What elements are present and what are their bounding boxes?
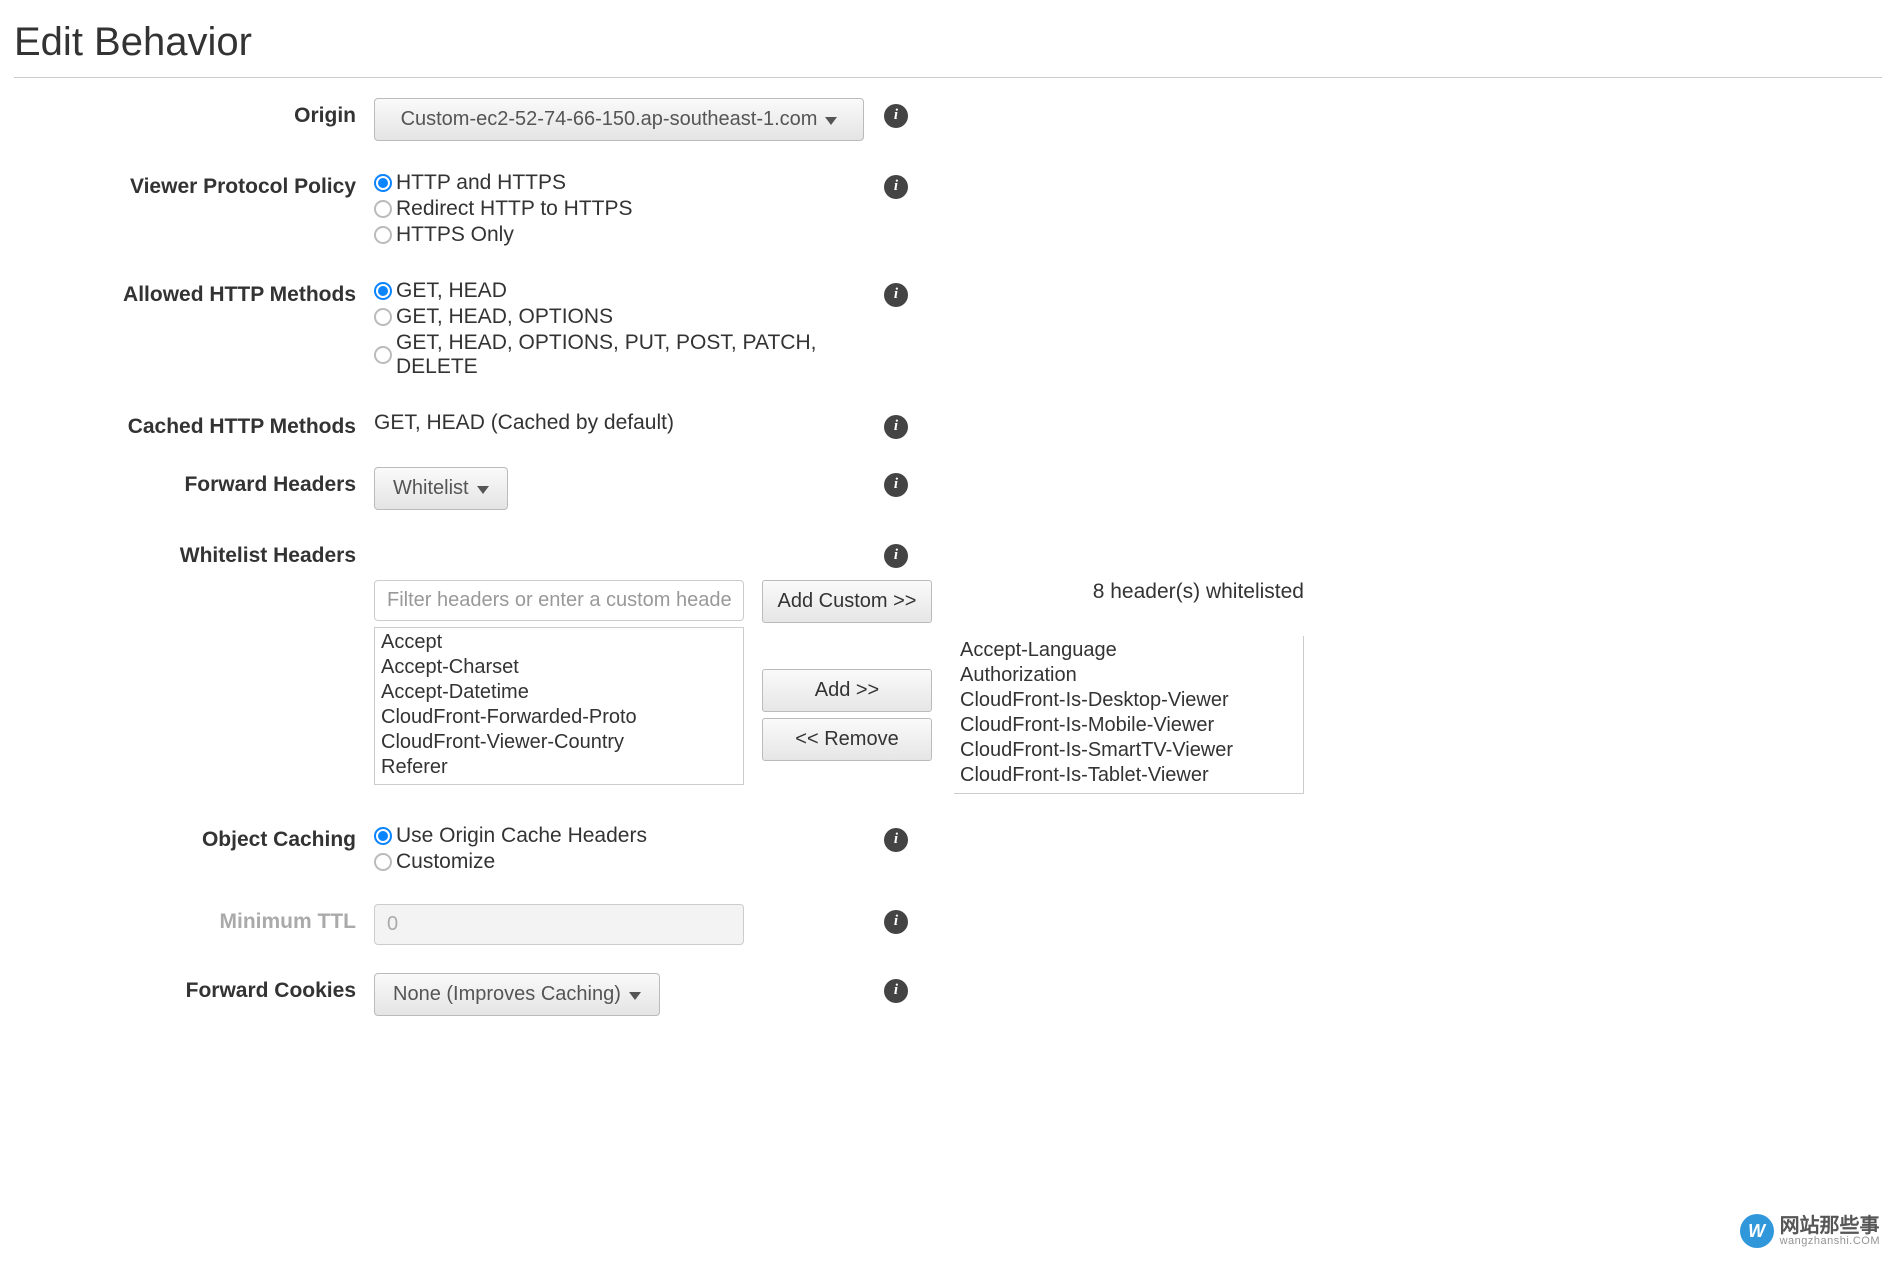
watermark-domain: wangzhanshi.COM xyxy=(1780,1236,1880,1247)
radio-https-only[interactable]: HTTPS Only xyxy=(374,223,884,247)
watermark: W 网站那些事 wangzhanshi.COM xyxy=(1740,1214,1880,1248)
radio-get-head-options-put-post-patch-delete[interactable]: GET, HEAD, OPTIONS, PUT, POST, PATCH, DE… xyxy=(374,331,884,379)
label-cached-methods: Cached HTTP Methods xyxy=(14,409,374,439)
list-item[interactable]: Accept xyxy=(381,630,737,655)
forward-cookies-dropdown[interactable]: None (Improves Caching) xyxy=(374,973,660,1016)
list-item[interactable]: CloudFront-Is-Mobile-Viewer xyxy=(960,713,1297,738)
filter-headers-input[interactable] xyxy=(374,580,744,621)
watermark-badge-icon: W xyxy=(1740,1214,1774,1248)
allowed-methods-radio-group: GET, HEAD GET, HEAD, OPTIONS GET, HEAD, … xyxy=(374,277,884,379)
divider xyxy=(14,77,1882,78)
list-item[interactable]: CloudFront-Forwarded-Proto xyxy=(381,705,737,730)
row-allowed-methods: Allowed HTTP Methods GET, HEAD GET, HEAD… xyxy=(14,277,1882,381)
radio-icon xyxy=(374,226,392,244)
list-item[interactable]: Referer xyxy=(381,755,737,780)
label-object-caching: Object Caching xyxy=(14,822,374,852)
row-viewer-protocol: Viewer Protocol Policy HTTP and HTTPS Re… xyxy=(14,169,1882,249)
forward-cookies-value: None (Improves Caching) xyxy=(393,983,621,1006)
list-item[interactable]: Authorization xyxy=(960,663,1297,688)
radio-icon xyxy=(374,827,392,845)
radio-label: HTTPS Only xyxy=(396,223,514,247)
forward-headers-value: Whitelist xyxy=(393,477,469,500)
chevron-down-icon xyxy=(825,117,837,125)
whitelist-right: 8 header(s) whitelisted Accept-LanguageA… xyxy=(954,580,1304,794)
row-min-ttl: Minimum TTL i xyxy=(14,904,1882,945)
radio-label: GET, HEAD xyxy=(396,279,507,303)
row-forward-cookies: Forward Cookies None (Improves Caching) … xyxy=(14,973,1882,1016)
radio-label: GET, HEAD, OPTIONS, PUT, POST, PATCH, DE… xyxy=(396,331,884,379)
list-item[interactable]: CloudFront-Viewer-Country xyxy=(381,730,737,755)
radio-redirect-http-to-https[interactable]: Redirect HTTP to HTTPS xyxy=(374,197,884,221)
radio-http-and-https[interactable]: HTTP and HTTPS xyxy=(374,171,884,195)
radio-icon xyxy=(374,200,392,218)
info-icon[interactable]: i xyxy=(884,415,908,439)
row-forward-headers: Forward Headers Whitelist i xyxy=(14,467,1882,510)
label-allowed-methods: Allowed HTTP Methods xyxy=(14,277,374,307)
list-item[interactable]: Accept-Charset xyxy=(381,655,737,680)
viewer-protocol-radio-group: HTTP and HTTPS Redirect HTTP to HTTPS HT… xyxy=(374,169,884,247)
add-custom-button[interactable]: Add Custom >> xyxy=(762,580,932,623)
radio-get-head[interactable]: GET, HEAD xyxy=(374,279,884,303)
radio-label: GET, HEAD, OPTIONS xyxy=(396,305,613,329)
label-forward-cookies: Forward Cookies xyxy=(14,973,374,1003)
min-ttl-input[interactable] xyxy=(374,904,744,945)
available-headers-listbox[interactable]: AcceptAccept-CharsetAccept-DatetimeCloud… xyxy=(374,627,744,785)
list-item[interactable]: CloudFront-Is-SmartTV-Viewer xyxy=(960,738,1297,763)
info-icon[interactable]: i xyxy=(884,828,908,852)
origin-dropdown[interactable]: Custom-ec2-52-74-66-150.ap-southeast-1.c… xyxy=(374,98,864,141)
row-whitelist-headers: Whitelist Headers i xyxy=(14,538,1882,568)
info-icon[interactable]: i xyxy=(884,910,908,934)
object-caching-radio-group: Use Origin Cache Headers Customize xyxy=(374,822,884,874)
watermark-cn: 网站那些事 xyxy=(1780,1216,1880,1236)
row-cached-methods: Cached HTTP Methods GET, HEAD (Cached by… xyxy=(14,409,1882,439)
radio-label: Customize xyxy=(396,850,495,874)
info-icon[interactable]: i xyxy=(884,175,908,199)
add-button[interactable]: Add >> xyxy=(762,669,932,712)
selected-headers-listbox[interactable]: Accept-LanguageAuthorizationCloudFront-I… xyxy=(954,636,1304,794)
row-origin: Origin Custom-ec2-52-74-66-150.ap-southe… xyxy=(14,98,1882,141)
radio-icon xyxy=(374,174,392,192)
row-object-caching: Object Caching Use Origin Cache Headers … xyxy=(14,822,1882,876)
remove-button[interactable]: << Remove xyxy=(762,718,932,761)
info-icon[interactable]: i xyxy=(884,283,908,307)
info-icon[interactable]: i xyxy=(884,473,908,497)
forward-headers-dropdown[interactable]: Whitelist xyxy=(374,467,508,510)
whitelisted-count: 8 header(s) whitelisted xyxy=(954,580,1304,604)
row-whitelist-body: AcceptAccept-CharsetAccept-DatetimeCloud… xyxy=(14,580,1882,794)
cached-methods-value: GET, HEAD (Cached by default) xyxy=(374,409,884,435)
radio-get-head-options[interactable]: GET, HEAD, OPTIONS xyxy=(374,305,884,329)
radio-use-origin-cache-headers[interactable]: Use Origin Cache Headers xyxy=(374,824,884,848)
radio-label: Use Origin Cache Headers xyxy=(396,824,647,848)
chevron-down-icon xyxy=(629,992,641,1000)
label-whitelist-headers: Whitelist Headers xyxy=(14,538,374,568)
whitelist-buttons: Add Custom >> Add >> << Remove xyxy=(762,580,932,761)
list-item[interactable]: CloudFront-Is-Tablet-Viewer xyxy=(960,763,1297,788)
list-item[interactable]: Accept-Datetime xyxy=(381,680,737,705)
label-viewer-protocol: Viewer Protocol Policy xyxy=(14,169,374,199)
chevron-down-icon xyxy=(477,486,489,494)
label-forward-headers: Forward Headers xyxy=(14,467,374,497)
info-icon[interactable]: i xyxy=(884,979,908,1003)
label-origin: Origin xyxy=(14,98,374,128)
origin-dropdown-value: Custom-ec2-52-74-66-150.ap-southeast-1.c… xyxy=(401,108,818,131)
whitelist-left: AcceptAccept-CharsetAccept-DatetimeCloud… xyxy=(374,580,744,785)
radio-label: HTTP and HTTPS xyxy=(396,171,566,195)
radio-icon xyxy=(374,282,392,300)
info-icon[interactable]: i xyxy=(884,544,908,568)
info-icon[interactable]: i xyxy=(884,104,908,128)
list-item[interactable]: Accept-Language xyxy=(960,638,1297,663)
list-item[interactable]: CloudFront-Is-Desktop-Viewer xyxy=(960,688,1297,713)
radio-label: Redirect HTTP to HTTPS xyxy=(396,197,633,221)
radio-icon xyxy=(374,346,392,364)
radio-icon xyxy=(374,853,392,871)
label-min-ttl: Minimum TTL xyxy=(14,904,374,934)
radio-icon xyxy=(374,308,392,326)
page-title: Edit Behavior xyxy=(14,20,1882,65)
radio-customize[interactable]: Customize xyxy=(374,850,884,874)
